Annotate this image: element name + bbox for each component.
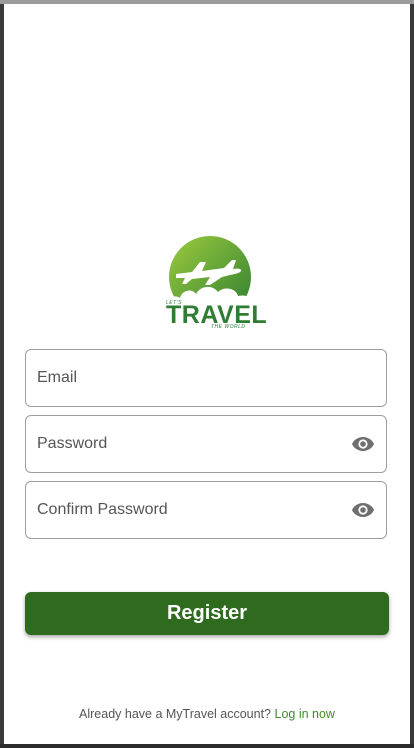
register-button[interactable]: Register: [25, 592, 389, 635]
password-field[interactable]: [37, 416, 337, 472]
app-logo: LET'S TRAVEL THE WORLD: [162, 236, 267, 334]
confirm-password-field-container: [25, 481, 387, 539]
confirm-password-field[interactable]: [37, 482, 337, 538]
airplane-icon: [166, 236, 254, 306]
login-prompt: Already have a MyTravel account? Log in …: [4, 707, 410, 721]
email-field[interactable]: [37, 350, 337, 406]
password-field-container: [25, 415, 387, 473]
login-link[interactable]: Log in now: [275, 707, 335, 721]
email-field-container: [25, 349, 387, 407]
eye-icon[interactable]: [351, 434, 375, 454]
bottom-bar-strip: [0, 744, 414, 748]
register-screen: LET'S TRAVEL THE WORLD Register Already …: [4, 4, 410, 744]
login-prompt-text: Already have a MyTravel account?: [79, 707, 272, 721]
eye-icon[interactable]: [351, 500, 375, 520]
logo-tagline: THE WORLD: [211, 324, 246, 330]
